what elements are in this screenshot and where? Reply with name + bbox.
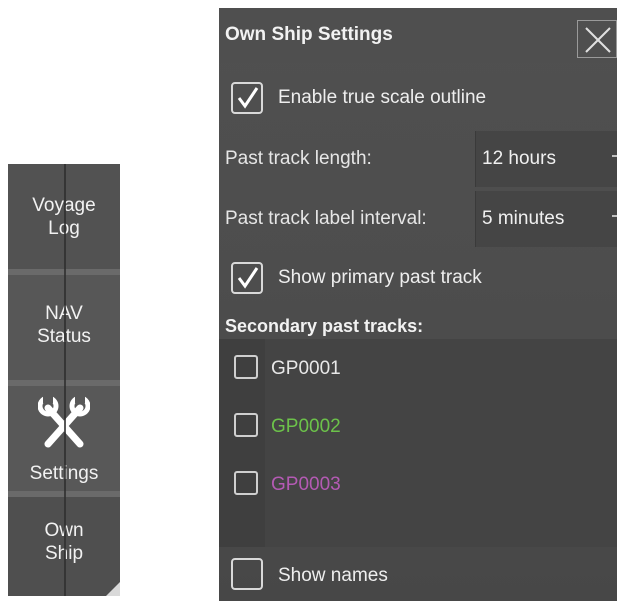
panel-titlebar: Own Ship Settings: [219, 8, 617, 63]
track-checkbox-gp0002[interactable]: [234, 413, 258, 437]
corner-indicator-icon: [106, 582, 120, 596]
past-track-length-value: 12 hours: [482, 148, 556, 169]
dropdown-caret-icon: [612, 215, 617, 217]
track-checkbox-gp0001[interactable]: [234, 355, 258, 379]
vertical-divider-line: [64, 164, 66, 596]
track-name: GP0002: [271, 416, 341, 437]
track-name: GP0001: [271, 358, 341, 379]
show-names-checkbox[interactable]: [231, 558, 263, 590]
enable-outline-checkbox[interactable]: [231, 82, 263, 114]
close-button[interactable]: [577, 20, 617, 58]
secondary-tracks-list: GP0001 GP0002 GP0003: [219, 339, 617, 547]
track-name: GP0003: [271, 474, 341, 495]
enable-outline-row: Enable true scale outline: [219, 80, 617, 120]
past-track-length-label: Past track length:: [225, 148, 372, 169]
show-names-row: Show names: [219, 556, 617, 596]
checkmark-icon: [237, 87, 259, 109]
track-checkbox-gp0003[interactable]: [234, 471, 258, 495]
checkmark-icon: [237, 267, 259, 289]
past-track-label-interval-select[interactable]: 5 minutes: [475, 191, 617, 247]
dropdown-caret-icon: [612, 155, 617, 157]
list-item: GP0001: [219, 349, 617, 385]
show-primary-checkbox[interactable]: [231, 262, 263, 294]
close-icon: [585, 27, 611, 53]
enable-outline-label: Enable true scale outline: [278, 87, 487, 108]
show-names-label: Show names: [278, 565, 388, 586]
list-item: GP0002: [219, 407, 617, 443]
panel-title: Own Ship Settings: [225, 24, 393, 45]
list-item: GP0003: [219, 465, 617, 501]
past-track-label-interval-label: Past track label interval:: [225, 208, 427, 229]
sidebar: Voyage Log NAV Status Settings Own Ship: [8, 164, 120, 596]
show-primary-label: Show primary past track: [278, 267, 482, 288]
secondary-tracks-title: Secondary past tracks:: [225, 316, 424, 336]
past-track-length-select[interactable]: 12 hours: [475, 131, 617, 187]
own-ship-settings-panel: Own Ship Settings Enable true scale outl…: [219, 8, 617, 601]
past-track-label-interval-value: 5 minutes: [482, 208, 565, 229]
show-primary-row: Show primary past track: [219, 260, 617, 300]
